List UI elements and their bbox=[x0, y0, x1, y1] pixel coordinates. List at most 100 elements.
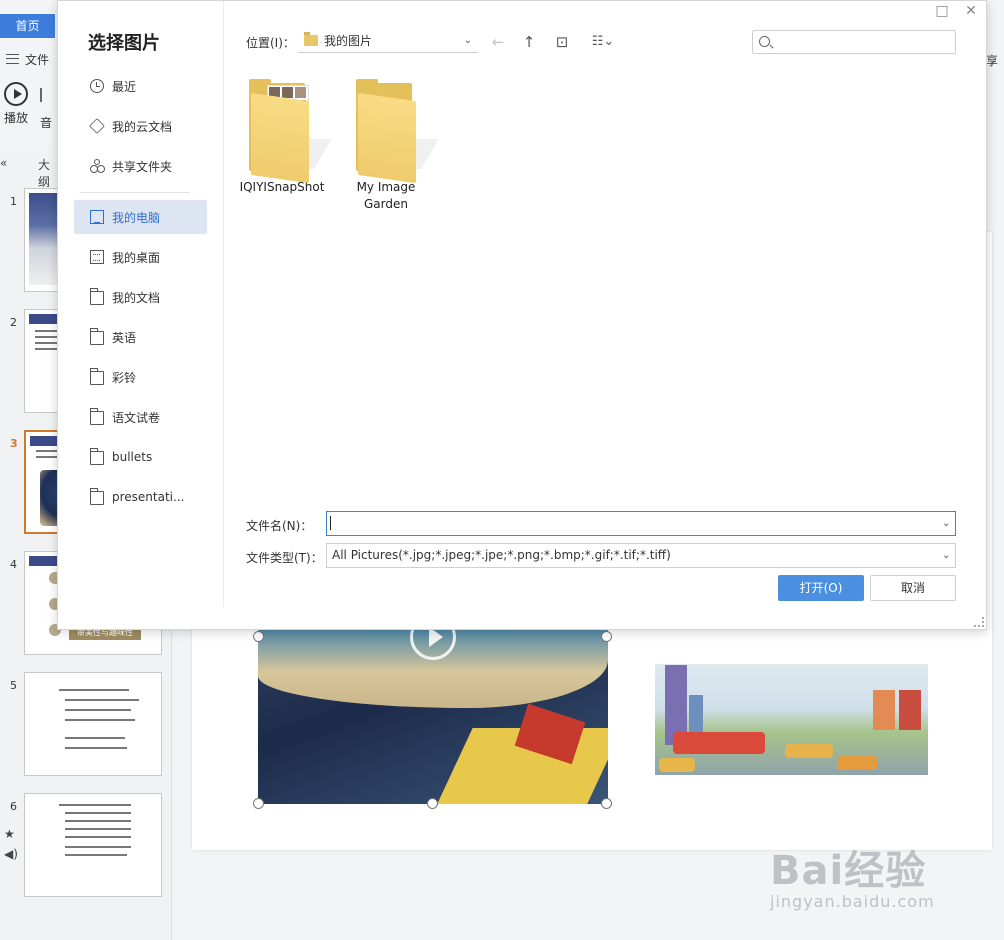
folder-item-iqiyisnapshot[interactable]: IQIYISnapShot bbox=[230, 79, 334, 196]
watermark-logo-text: Bai经验 bbox=[770, 848, 927, 894]
slide-text-line bbox=[65, 846, 131, 848]
resize-grip-icon[interactable] bbox=[974, 617, 984, 627]
car-shape bbox=[837, 756, 877, 770]
slide-side-icons: ★ ◀) bbox=[4, 824, 18, 864]
text-caret bbox=[330, 516, 331, 530]
cancel-button[interactable]: 取消 bbox=[870, 575, 956, 601]
car-shape bbox=[659, 758, 695, 772]
dialog-title: 选择图片 bbox=[88, 33, 160, 54]
folder-item-my-image-garden[interactable]: My Image Garden bbox=[334, 79, 439, 213]
resize-handle[interactable] bbox=[427, 798, 438, 809]
audio-icon bbox=[40, 88, 42, 102]
filetype-label: 文件类型(T)： bbox=[246, 551, 323, 565]
slide-number: 2 bbox=[10, 316, 17, 329]
nav-shared-folder[interactable]: 共享文件夹 bbox=[74, 149, 207, 183]
up-button[interactable]: ↑ bbox=[519, 32, 539, 52]
house-shape bbox=[899, 690, 921, 730]
nav-folder-presentation[interactable]: presentati... bbox=[74, 480, 207, 514]
star-icon[interactable]: ★ bbox=[4, 824, 18, 844]
video-object[interactable] bbox=[258, 628, 608, 804]
folder-icon bbox=[90, 488, 104, 505]
nav-label: 共享文件夹 bbox=[112, 159, 173, 174]
play-label: 播放 bbox=[3, 111, 28, 125]
collapse-icon[interactable]: « bbox=[0, 156, 7, 170]
nav-my-documents[interactable]: 我的文档 bbox=[74, 280, 207, 314]
close-button[interactable]: ✕ bbox=[963, 3, 979, 19]
home-tab[interactable]: 首页 bbox=[0, 14, 55, 38]
new-folder-button[interactable]: ⊡ bbox=[552, 32, 572, 52]
nav-label: presentati... bbox=[112, 490, 185, 504]
house-shape bbox=[873, 690, 895, 730]
audio-label: 音 bbox=[40, 116, 53, 128]
dialog-sidebar: 选择图片 最近 我的云文档 共享文件夹 我的电脑 我的桌面 我的文档 英语 彩铃… bbox=[58, 1, 224, 607]
speaker-icon[interactable]: ◀) bbox=[4, 844, 18, 864]
slide-number: 5 bbox=[10, 679, 17, 692]
slide-thumbnail-5[interactable] bbox=[24, 672, 162, 776]
nav-label: 英语 bbox=[112, 330, 137, 345]
city-illustration[interactable] bbox=[655, 664, 928, 775]
filename-label: 文件名(N)： bbox=[246, 519, 313, 533]
back-button[interactable]: ← bbox=[488, 32, 508, 52]
nav-label: 彩铃 bbox=[112, 370, 137, 385]
nav-folder-bullets[interactable]: bullets bbox=[74, 440, 207, 474]
nav-label: 我的电脑 bbox=[112, 210, 161, 225]
slide-number: 3 bbox=[10, 437, 18, 450]
resize-handle[interactable] bbox=[253, 631, 264, 642]
location-label: 位置(I)： bbox=[246, 36, 295, 50]
view-mode-button[interactable]: ☷⌄ bbox=[586, 32, 620, 52]
resize-handle[interactable] bbox=[601, 798, 612, 809]
nav-folder-chinese-exam[interactable]: 语文试卷 bbox=[74, 400, 207, 434]
folder-icon bbox=[90, 328, 104, 345]
nav-my-desktop[interactable]: 我的桌面 bbox=[74, 240, 207, 274]
nav-label: 我的桌面 bbox=[112, 250, 161, 265]
slide-number: 1 bbox=[10, 195, 17, 208]
slide-text-line bbox=[65, 699, 139, 701]
play-button[interactable]: 播放 bbox=[2, 82, 30, 126]
share-folder-icon bbox=[90, 159, 105, 173]
nav-divider bbox=[80, 192, 190, 193]
watermark-url: jingyan.baidu.com bbox=[770, 892, 935, 911]
nav-recent[interactable]: 最近 bbox=[74, 69, 207, 103]
folder-icon bbox=[90, 408, 104, 425]
open-button[interactable]: 打开(O) bbox=[778, 575, 864, 601]
slide-text-line bbox=[65, 820, 131, 822]
clock-icon bbox=[90, 79, 104, 93]
filetype-select[interactable]: All Pictures(*.jpg;*.jpeg;*.jpe;*.png;*.… bbox=[326, 543, 956, 568]
nav-label: 我的云文档 bbox=[112, 119, 173, 134]
folder-icon bbox=[90, 448, 104, 465]
baidu-watermark: Bai经验 jingyan.baidu.com bbox=[770, 838, 935, 911]
nav-label: 我的文档 bbox=[112, 290, 161, 305]
nav-folder-english[interactable]: 英语 bbox=[74, 320, 207, 354]
slide-text-line bbox=[65, 737, 125, 739]
filename-field[interactable] bbox=[326, 511, 956, 536]
nav-folder-ringtone[interactable]: 彩铃 bbox=[74, 360, 207, 394]
audio-button[interactable]: 音 bbox=[40, 88, 56, 128]
hamburger-icon bbox=[6, 54, 19, 64]
desktop-icon bbox=[90, 250, 104, 264]
bus-shape bbox=[673, 732, 765, 754]
computer-icon bbox=[90, 210, 104, 224]
nav-cloud-docs[interactable]: 我的云文档 bbox=[74, 109, 207, 143]
location-dropdown[interactable]: 我的图片 ⌄ bbox=[298, 29, 478, 53]
chevron-down-icon[interactable]: ⌄ bbox=[942, 550, 980, 561]
slide-number: 4 bbox=[10, 558, 17, 571]
nav-my-computer[interactable]: 我的电脑 bbox=[74, 200, 207, 234]
share-label[interactable]: 享 bbox=[986, 52, 998, 69]
resize-handle[interactable] bbox=[601, 631, 612, 642]
resize-handle[interactable] bbox=[253, 798, 264, 809]
file-menu[interactable]: 文件 bbox=[0, 48, 49, 70]
folder-icon bbox=[90, 288, 104, 305]
slide-thumbnail-6[interactable] bbox=[24, 793, 162, 897]
chevron-down-icon[interactable]: ⌄ bbox=[942, 518, 980, 529]
slide-text-line bbox=[65, 719, 135, 721]
maximize-button[interactable]: □ bbox=[934, 3, 950, 19]
play-icon bbox=[4, 82, 28, 106]
folder-front bbox=[251, 93, 309, 184]
slide-text-line bbox=[65, 828, 131, 830]
chevron-down-icon: ⌄ bbox=[463, 35, 472, 46]
outline-tab[interactable]: « 大纲 bbox=[0, 156, 60, 189]
nav-label: bullets bbox=[112, 450, 153, 464]
search-input[interactable] bbox=[752, 30, 956, 54]
car-shape bbox=[785, 744, 833, 758]
file-name: IQIYISnapShot bbox=[239, 180, 325, 194]
